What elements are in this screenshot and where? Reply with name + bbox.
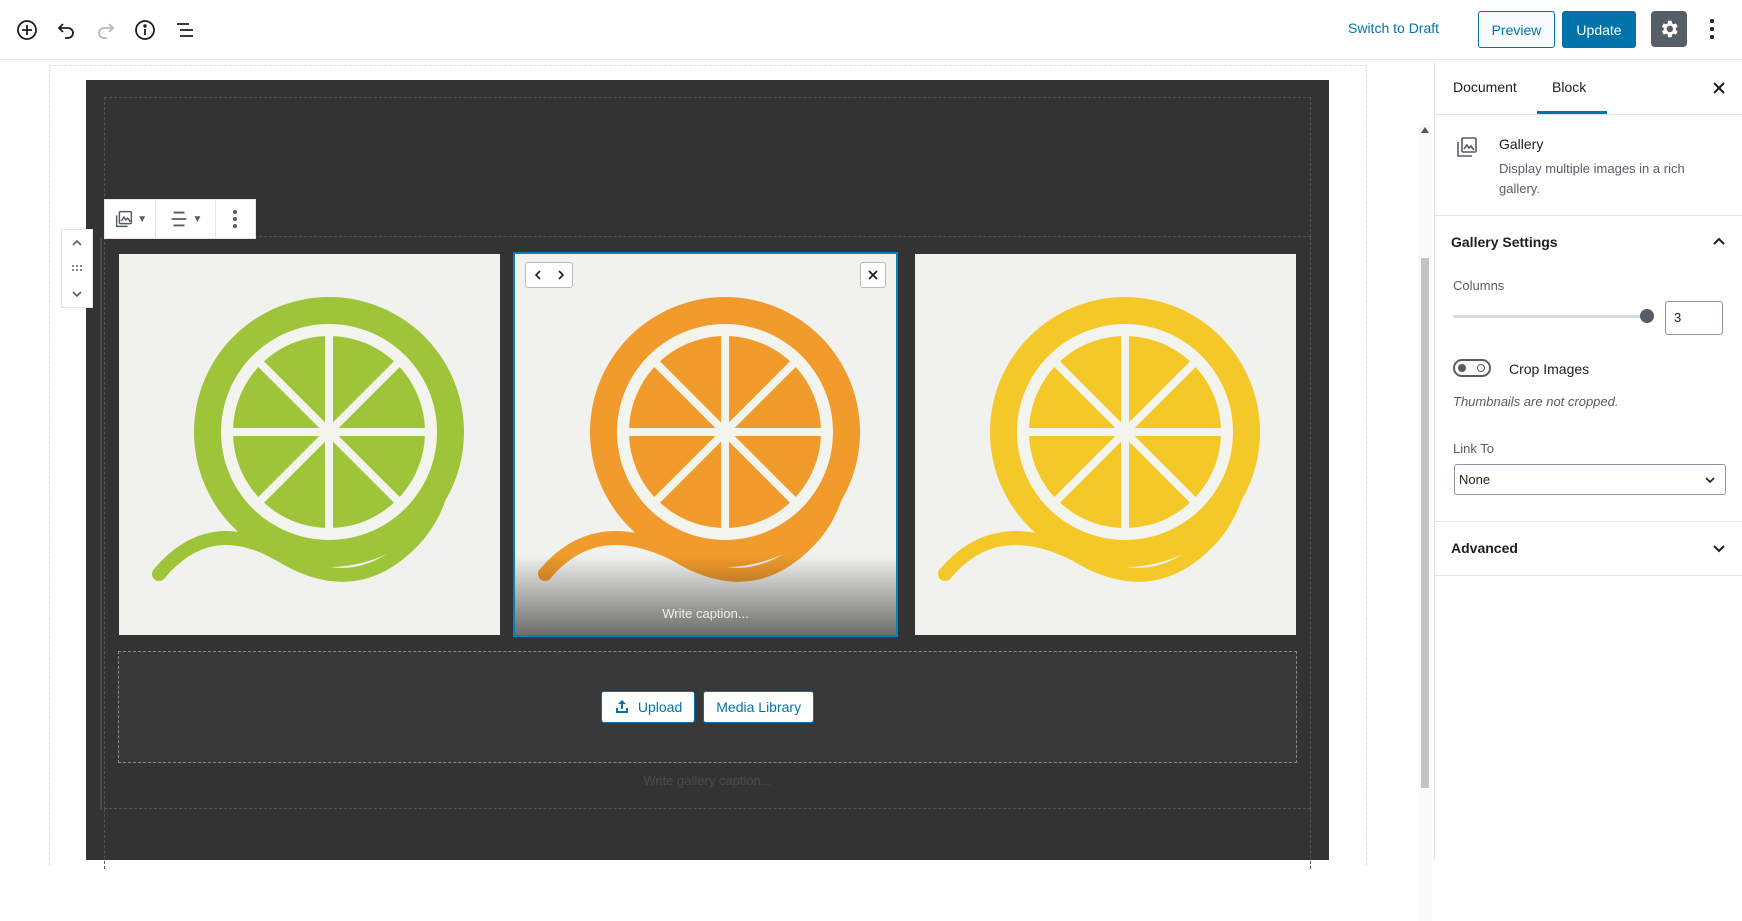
close-icon[interactable] (1710, 79, 1728, 97)
more-vertical-icon (233, 210, 238, 214)
crop-images-label: Crop Images (1509, 361, 1590, 377)
chevron-down-icon (1713, 545, 1725, 553)
scroll-thumb[interactable] (1421, 258, 1429, 788)
link-to-label: Link To (1453, 441, 1494, 456)
columns-number-input[interactable]: 3 (1665, 301, 1723, 335)
more-menu-button[interactable] (1700, 14, 1724, 44)
gear-icon (1661, 20, 1678, 38)
editor-header: Switch to Draft Preview Update (0, 0, 1742, 60)
caret-down-icon: ▼ (137, 213, 148, 225)
crop-images-help: Thumbnails are not cropped. (1453, 394, 1619, 409)
advanced-panel-toggle[interactable]: Advanced (1435, 522, 1742, 574)
settings-button[interactable] (1651, 11, 1687, 47)
upload-label: Upload (637, 699, 683, 715)
block-title: Gallery (1499, 136, 1544, 152)
undo-icon[interactable] (51, 15, 81, 45)
remove-image-button[interactable] (860, 262, 886, 288)
settings-sidebar: Document Block Gallery Display multiple … (1434, 61, 1742, 860)
gallery-icon (1457, 137, 1477, 157)
gallery-image-1[interactable] (119, 254, 500, 635)
chevron-left-icon[interactable] (531, 268, 545, 282)
redo-icon[interactable] (91, 15, 121, 45)
block-description: Display multiple images in a rich galler… (1499, 161, 1685, 196)
tab-block[interactable]: Block (1552, 79, 1586, 95)
image-move-controls (525, 262, 573, 288)
tab-document[interactable]: Document (1453, 79, 1517, 95)
advanced-title: Advanced (1451, 540, 1518, 556)
block-toolbar: ▼ ▼ (104, 199, 256, 239)
selected-block-indicator (100, 237, 102, 809)
drag-handle-icon[interactable] (69, 260, 85, 276)
chevron-down-icon (1705, 477, 1715, 484)
columns-range-track[interactable] (1453, 315, 1645, 318)
chevron-up-icon (1713, 237, 1725, 245)
lime-bag-image (119, 254, 500, 635)
block-card: Gallery Display multiple images in a ric… (1435, 115, 1742, 216)
change-block-type-button[interactable]: ▼ (105, 200, 157, 238)
empty-block-area[interactable] (104, 97, 1311, 237)
update-button[interactable]: Update (1562, 11, 1636, 48)
block-more-options-button[interactable] (216, 200, 255, 238)
lemon-bag-image (915, 254, 1296, 635)
caret-down-icon: ▼ (192, 213, 203, 225)
link-to-select[interactable]: None (1454, 464, 1726, 495)
gallery-image-2[interactable]: Write caption... (513, 252, 898, 637)
gallery-settings-title: Gallery Settings (1451, 234, 1558, 250)
gallery-upload-placeholder: Upload Media Library (118, 651, 1297, 763)
editor-canvas: ▼ ▼ Write caption... Upload Media Librar… (0, 61, 1434, 921)
chevron-up-icon[interactable] (69, 235, 85, 251)
chevron-right-icon[interactable] (554, 268, 568, 282)
align-button[interactable]: ▼ (156, 200, 216, 238)
empty-block-area-bottom[interactable] (104, 809, 1311, 869)
block-mover (61, 229, 93, 308)
gallery-caption-input[interactable]: Write gallery caption... (118, 773, 1297, 788)
gallery-settings-panel-toggle[interactable]: Gallery Settings (1435, 216, 1742, 268)
preview-button[interactable]: Preview (1478, 11, 1555, 48)
scroll-up-arrow-icon[interactable] (1421, 127, 1429, 133)
upload-icon (615, 700, 628, 713)
gallery-icon (116, 210, 133, 228)
align-center-icon (172, 211, 187, 227)
switch-to-draft-link[interactable]: Switch to Draft (1348, 20, 1439, 36)
sidebar-tabs: Document Block (1435, 61, 1742, 115)
link-to-value: None (1459, 472, 1491, 487)
outline-icon[interactable] (170, 15, 200, 45)
chevron-down-icon[interactable] (69, 286, 85, 302)
image-caption-input[interactable]: Write caption... (515, 555, 896, 635)
columns-label: Columns (1453, 278, 1505, 293)
panel-divider (1435, 575, 1742, 576)
close-icon (868, 270, 878, 280)
media-library-button[interactable]: Media Library (703, 691, 815, 723)
canvas-scrollbar[interactable] (1418, 125, 1432, 921)
crop-images-toggle[interactable] (1453, 359, 1491, 377)
add-block-icon[interactable] (12, 15, 42, 45)
upload-button[interactable]: Upload (600, 691, 696, 723)
more-icon (1710, 19, 1714, 23)
columns-range-thumb[interactable] (1640, 309, 1654, 323)
active-tab-indicator (1537, 111, 1607, 114)
gallery-image-3[interactable] (915, 254, 1296, 635)
info-icon[interactable] (130, 15, 160, 45)
